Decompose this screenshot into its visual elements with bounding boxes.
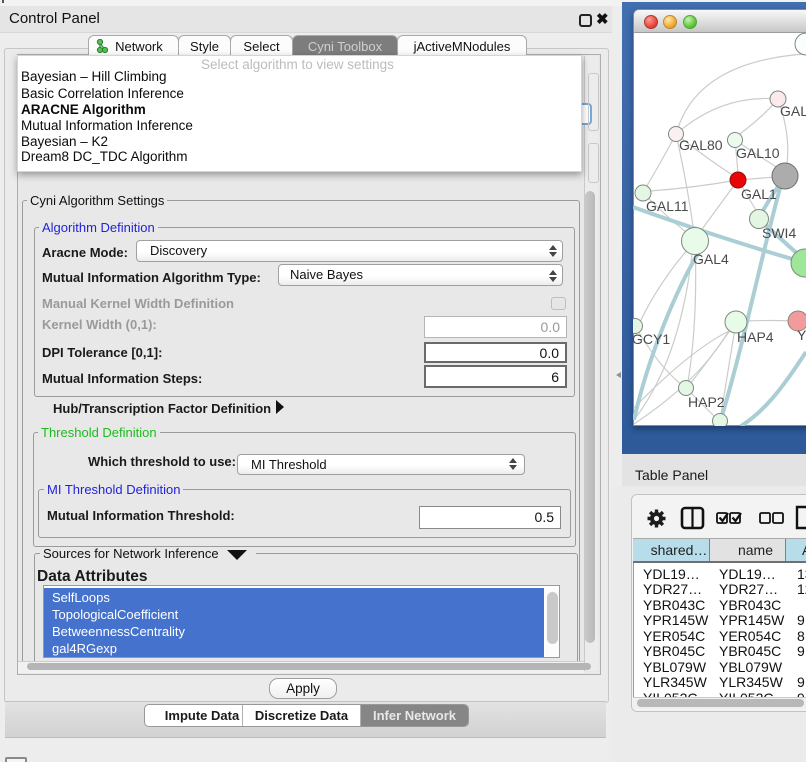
svg-text:GAL80: GAL80 [679, 137, 723, 153]
svg-text:GCY1: GCY1 [633, 331, 670, 347]
svg-text:GAL1: GAL1 [741, 186, 777, 202]
svg-text:SWI4: SWI4 [762, 225, 796, 241]
svg-text:GAL11: GAL11 [646, 198, 689, 214]
svg-text:GAL10: GAL10 [736, 145, 780, 161]
svg-text:GAL4: GAL4 [693, 251, 729, 267]
svg-text:HAP4: HAP4 [737, 329, 774, 345]
svg-text:YM: YM [797, 327, 806, 343]
svg-text:GAL7: GAL7 [780, 103, 806, 119]
svg-text:HAP2: HAP2 [688, 394, 725, 410]
